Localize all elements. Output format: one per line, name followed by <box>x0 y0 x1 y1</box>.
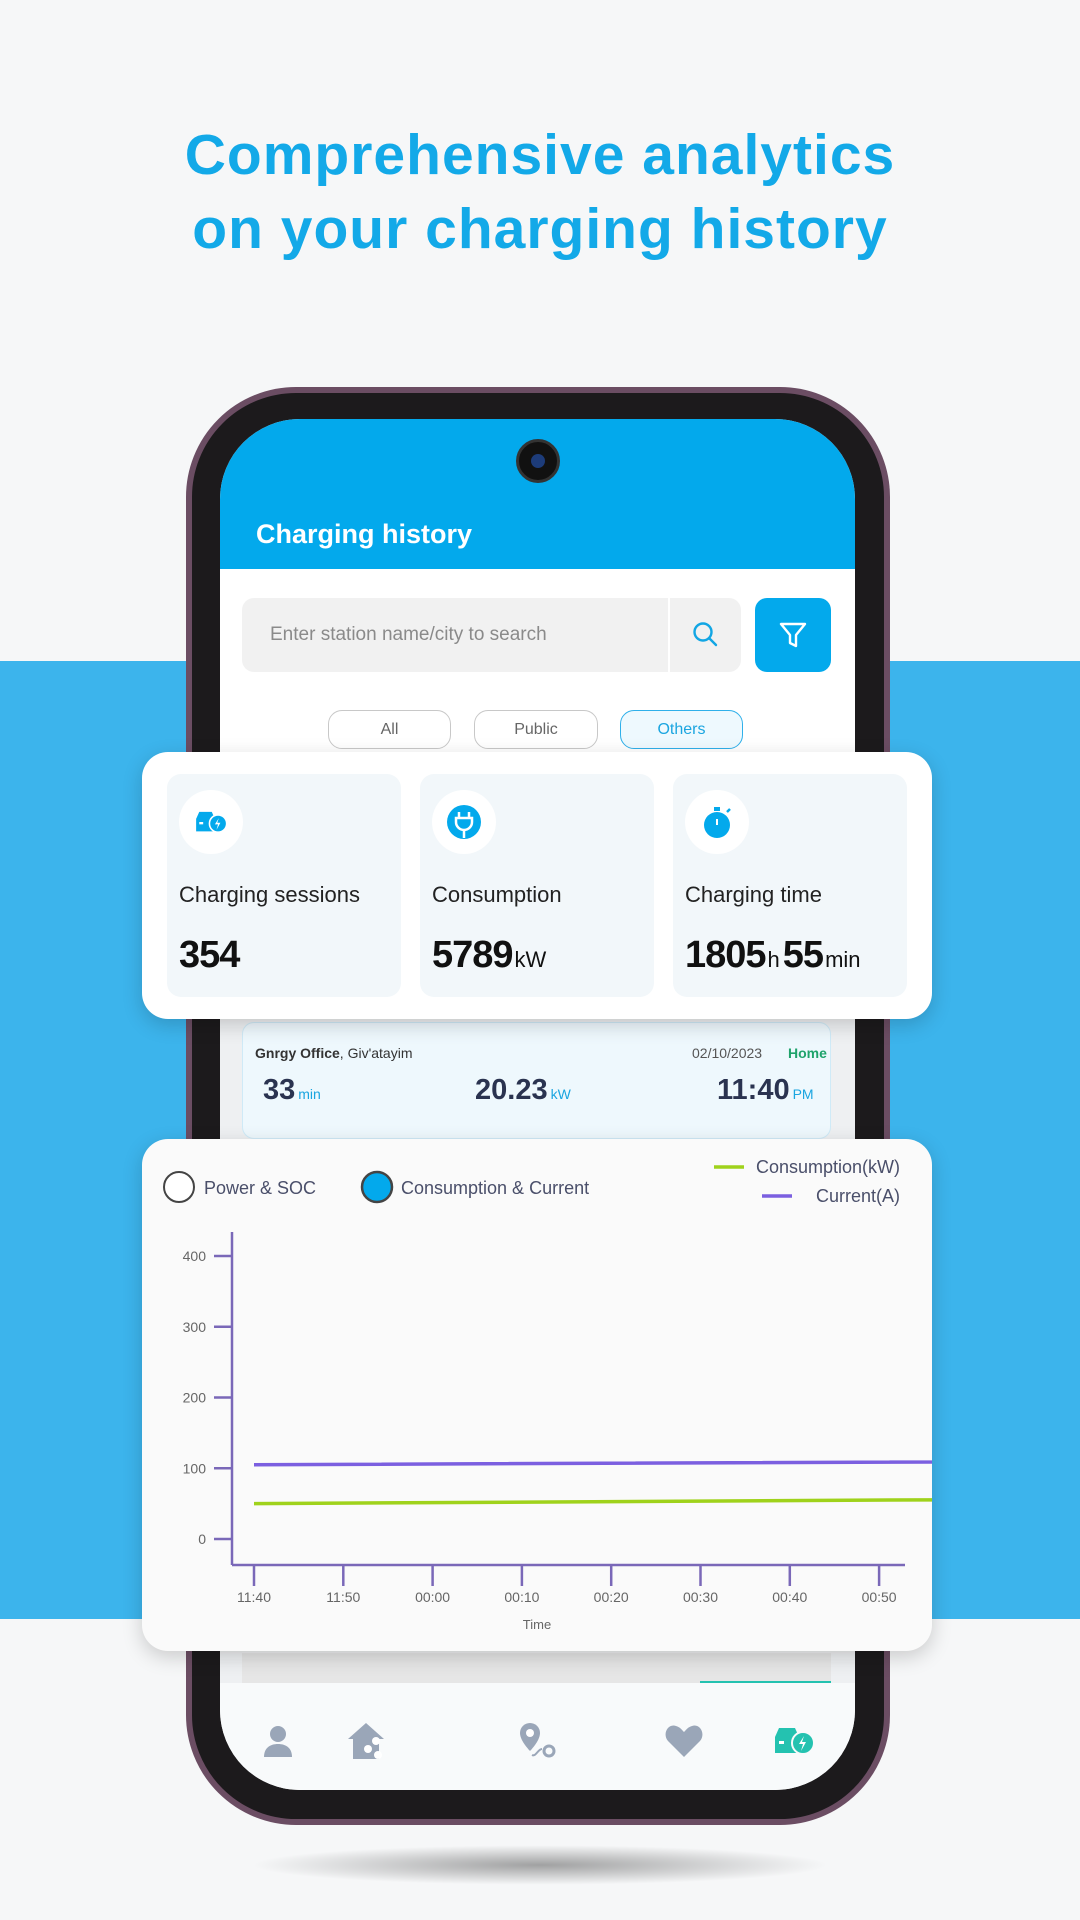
consumption-current-chart: Power & SOC Consumption & Current Consum… <box>163 1157 932 1632</box>
search-input[interactable] <box>242 598 662 672</box>
y-tick-label: 200 <box>183 1390 207 1406</box>
camera <box>516 439 560 483</box>
headline-line-2: on your charging history <box>192 197 888 261</box>
y-tick-label: 100 <box>183 1460 207 1476</box>
duration-value: 33 <box>263 1074 296 1106</box>
app-bar: Charging history <box>220 419 855 569</box>
energy-value: 20.23 <box>475 1074 548 1106</box>
search-icon <box>692 622 717 647</box>
legend-label: Current(A) <box>816 1186 900 1206</box>
nav-route[interactable] <box>514 1719 562 1763</box>
session-duration: 33 min <box>263 1074 321 1107</box>
chart-card: Power & SOC Consumption & Current Consum… <box>142 1139 932 1651</box>
chip-all[interactable]: All <box>328 710 451 749</box>
session-time: 11:40 PM <box>717 1074 814 1107</box>
session-type-badge: Home <box>788 1045 827 1061</box>
session-card-partial[interactable] <box>242 1653 831 1683</box>
nav-favorites[interactable] <box>660 1719 708 1763</box>
plug-icon <box>447 805 481 839</box>
series-line <box>253 1498 932 1506</box>
station-name: Gnrgy Office <box>255 1045 340 1061</box>
x-tick-label: 11:50 <box>326 1589 360 1605</box>
radio-label: Power & SOC <box>204 1178 316 1198</box>
chip-others[interactable]: Others <box>620 710 743 749</box>
chart-legend: Consumption(kW) Current(A) <box>714 1157 900 1206</box>
stopwatch-icon <box>704 807 731 838</box>
nav-home[interactable] <box>344 1719 392 1763</box>
chart-axes: 0 100 200 300 400 11:40 11:50 00:00 00:10 00:20 00… <box>183 1232 905 1632</box>
energy-unit: kW <box>550 1086 571 1102</box>
x-tick-label: 00:30 <box>683 1589 718 1605</box>
y-tick-label: 0 <box>198 1531 206 1547</box>
station-city: , Giv'atayim <box>339 1045 413 1061</box>
phone-shadow <box>250 1845 830 1885</box>
session-date: 02/10/2023 <box>692 1045 763 1061</box>
time-unit: PM <box>792 1086 814 1102</box>
consumption-value: 5789 <box>432 934 514 976</box>
session-station: Gnrgy Office, Giv'atayim <box>255 1045 412 1061</box>
stat-consumption: Consumption 5789kW <box>420 774 654 997</box>
stat-icon-wrap <box>179 790 243 854</box>
stat-charging-time: Charging time 1805h55min <box>673 774 907 997</box>
heart-icon <box>665 1725 703 1757</box>
stat-value: 354 <box>179 934 240 976</box>
stat-label: Charging sessions <box>179 882 360 907</box>
session-energy: 20.23 kW <box>475 1074 571 1107</box>
radio-consumption-current[interactable]: Consumption & Current <box>360 1170 589 1204</box>
route-pin-icon <box>520 1723 556 1758</box>
stat-charging-sessions: Charging sessions 354 <box>167 774 401 997</box>
stat-icon-wrap <box>685 790 749 854</box>
stat-label: Consumption <box>432 882 562 907</box>
legend-label: Consumption(kW) <box>756 1157 900 1177</box>
minutes-unit: min <box>825 947 861 972</box>
nav-charging-history[interactable] <box>770 1719 818 1763</box>
x-tick-label: 00:10 <box>504 1589 539 1605</box>
series-line <box>253 1460 932 1467</box>
x-tick-label: 11:40 <box>237 1589 271 1605</box>
stat-label: Charging time <box>685 882 822 907</box>
minutes-value: 55 <box>782 934 824 976</box>
stat-value: 1805h55min <box>685 934 864 977</box>
search-box <box>242 598 741 672</box>
car-charging-icon <box>775 1728 815 1755</box>
home-network-icon <box>348 1723 384 1759</box>
filter-button[interactable] <box>755 598 831 672</box>
headline: Comprehensive analytics on your charging… <box>0 118 1080 266</box>
hours-value: 1805 <box>685 934 767 976</box>
x-tick-label: 00:40 <box>772 1589 807 1605</box>
user-icon <box>264 1726 292 1757</box>
x-tick-label: 00:20 <box>594 1589 629 1605</box>
y-tick-label: 400 <box>183 1248 207 1264</box>
stat-icon-wrap <box>432 790 496 854</box>
search-button[interactable] <box>668 598 741 672</box>
car-charging-icon <box>196 811 228 833</box>
hours-unit: h <box>767 947 780 972</box>
radio-label: Consumption & Current <box>401 1178 589 1198</box>
x-tick-label: 00:50 <box>862 1589 897 1605</box>
page-title: Charging history <box>256 519 473 549</box>
stat-value: 5789kW <box>432 934 549 977</box>
nav-profile[interactable] <box>254 1719 302 1763</box>
stats-card: Charging sessions 354 Consumption 5789kW… <box>142 752 932 1019</box>
funnel-icon <box>779 622 807 648</box>
x-tick-label: 00:00 <box>415 1589 450 1605</box>
y-tick-label: 300 <box>183 1319 207 1335</box>
x-axis-label: Time <box>523 1617 551 1632</box>
radio-selected[interactable] <box>360 1170 394 1204</box>
chip-public[interactable]: Public <box>474 710 598 749</box>
duration-unit: min <box>298 1086 321 1102</box>
session-card[interactable]: Gnrgy Office, Giv'atayim 02/10/2023 Home… <box>242 1022 831 1139</box>
consumption-unit: kW <box>514 947 547 972</box>
chart-lines <box>253 1460 932 1506</box>
time-value: 11:40 <box>717 1074 790 1106</box>
radio-power-soc[interactable]: Power & SOC <box>163 1171 316 1203</box>
radio-unselected[interactable] <box>163 1171 195 1203</box>
headline-line-1: Comprehensive analytics <box>184 123 896 187</box>
